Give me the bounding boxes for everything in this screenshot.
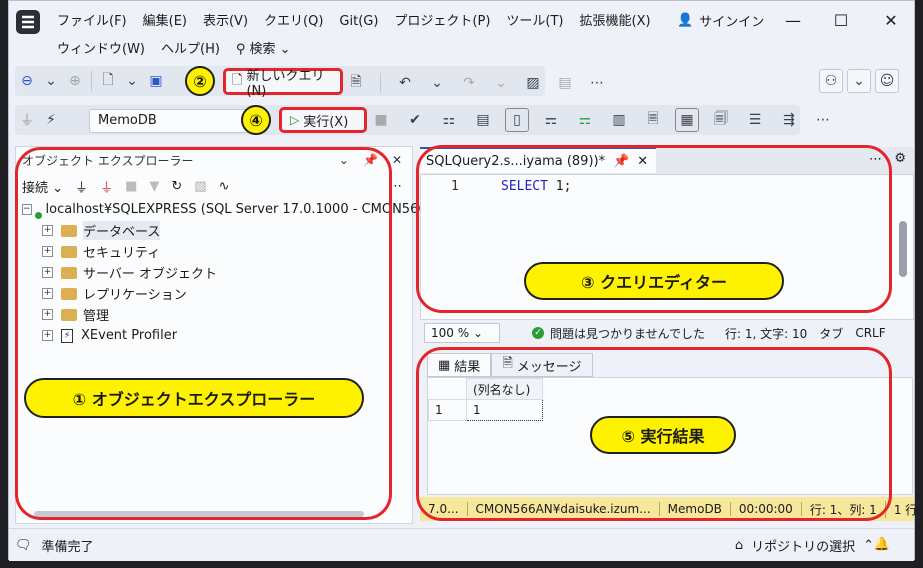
feedback-icon[interactable]: ☺ [875, 69, 899, 93]
ready-status: 準備完了 [41, 539, 94, 555]
menu-file[interactable]: ファイル(F) [49, 13, 135, 31]
chevron-down-icon[interactable]: ⌄ [39, 69, 63, 93]
new-query-button[interactable]: 🗋 新しいクエリ(N) [223, 68, 343, 99]
chevron-down-icon[interactable]: ⌄ [847, 69, 871, 93]
bell-icon[interactable]: 🔔 [874, 537, 890, 552]
new-query-label: 新しいクエリ(N) [246, 68, 325, 99]
menu-edit[interactable]: 編集(E) [135, 13, 195, 31]
results-file-icon[interactable]: 🗐 [709, 108, 733, 132]
query-plan-icon[interactable]: ⚏ [437, 108, 461, 132]
annotation-label-query-editor: ③ クエリエディター [524, 262, 784, 300]
toolbar2-right-group: ■ ✔ ⚏ ▤ ▯ ⚎ ⚎ ▥ 🗏 ▦ 🗐 ☰ ⇶ ⋯ [369, 108, 835, 132]
redo-icon[interactable]: ↷ [457, 71, 481, 95]
change-connection-icon[interactable]: ⚡ [39, 108, 63, 132]
estimated-plan-icon[interactable]: ⚎ [539, 108, 563, 132]
menu-search[interactable]: ⚲ 検索 ⌄ [228, 41, 299, 59]
vertical-scrollbar[interactable] [899, 221, 907, 277]
chevron-down-icon[interactable]: ⌄ [425, 71, 449, 95]
tab-setting[interactable]: タブ [819, 325, 843, 342]
minimize-icon[interactable]: — [781, 11, 805, 30]
parse-check-icon[interactable]: ✔ [403, 108, 427, 132]
status-bar: 🗨 準備完了 ⌂ リポジトリの選択 ⌃ 🔔 [9, 528, 914, 561]
chevron-down-icon[interactable]: ⌄ [120, 69, 144, 93]
undo-icon[interactable]: ↶ [393, 71, 417, 95]
repo-label: リポジトリの選択 [751, 539, 856, 555]
more-icon[interactable]: ⋯ [585, 71, 609, 95]
actual-plan-icon[interactable]: ⚎ [573, 108, 597, 132]
cursor-position: 行: 1, 文字: 10 [725, 326, 808, 341]
account-icon: 👤 [677, 13, 694, 28]
results-text-icon[interactable]: 🗏 [641, 108, 665, 132]
zoom-value: 100 % [431, 326, 470, 340]
editor-status-line: 100 % ⌄ ✓ 問題は見つかりませんでした 行: 1, 文字: 10 タブ … [420, 320, 914, 346]
gear-icon[interactable]: ⚙ [894, 151, 906, 166]
chat-icon[interactable]: 🗨 [15, 538, 32, 553]
issues-status: 問題は見つかりませんでした [550, 326, 706, 341]
play-icon: ▷ [290, 113, 300, 127]
menu-bar: ファイル(F) 編集(E) 表示(V) クエリ(Q) Git(G) プロジェクト… [9, 1, 914, 65]
menu-tools[interactable]: ツール(T) [498, 13, 571, 31]
back-icon[interactable]: ⊖ [15, 69, 39, 93]
new-file-icon[interactable]: 🗋 [96, 69, 120, 93]
close-icon[interactable]: ✕ [392, 153, 402, 167]
document-icon[interactable]: 🗎 [344, 71, 368, 95]
annotation-badge-4: ④ [241, 105, 271, 135]
stop-icon[interactable]: ■ [369, 108, 393, 132]
more-icon[interactable]: ⋯ [389, 179, 412, 194]
forward-icon[interactable]: ⊕ [63, 69, 87, 93]
search-label: 検索 [249, 42, 276, 57]
design-query-icon[interactable]: ▤ [471, 108, 495, 132]
more-icon[interactable]: ⋯ [811, 108, 835, 132]
menu-help[interactable]: ヘルプ(H) [153, 41, 228, 59]
annotation-box-object-explorer [15, 147, 392, 520]
close-icon[interactable]: ✕ [879, 11, 903, 30]
menu-query[interactable]: クエリ(Q) [256, 13, 331, 31]
activity-monitor-icon[interactable]: ▨ [521, 71, 545, 95]
separator [91, 71, 92, 91]
signin-button[interactable]: 👤 サインイン [677, 11, 764, 30]
toolbar1-far-right: ⚇ ⌄ ☺ [819, 66, 899, 96]
annotation-label-results: ⑤ 実行結果 [590, 416, 736, 454]
annotation-badge-2: ② [185, 66, 215, 96]
maximize-icon[interactable]: ☐ [829, 11, 853, 30]
search-icon: ⚲ [235, 42, 246, 57]
menu-view[interactable]: 表示(V) [195, 13, 256, 31]
repo-icon: ⌂ [734, 537, 744, 553]
check-icon: ✓ [532, 327, 544, 339]
live-stats-icon[interactable]: ▥ [607, 108, 631, 132]
annotation-label-object-explorer: ① オブジェクトエクスプローラー [24, 378, 364, 418]
copilot-icon[interactable]: ⚇ [819, 69, 843, 93]
menu-extensions[interactable]: 拡張機能(X) [572, 13, 659, 31]
comment-icon[interactable]: ☰ [743, 108, 767, 132]
results-grid-icon[interactable]: ▦ [675, 108, 699, 132]
chevron-up-icon: ⌃ [863, 537, 874, 553]
new-query-icon: 🗋 [232, 72, 243, 88]
menu-window[interactable]: ウィンドウ(W) [49, 41, 153, 59]
separator [380, 73, 381, 93]
toolbar1-right-group: 🗎 ↶ ⌄ ↷ ⌄ ▨ ▤ ⋯ [344, 71, 609, 95]
zoom-select[interactable]: 100 % ⌄ [424, 323, 500, 343]
connect-icon[interactable]: ⏚ [15, 108, 39, 132]
line-ending[interactable]: CRLF [855, 326, 885, 340]
indent-icon[interactable]: ⇶ [777, 108, 801, 132]
menu-project[interactable]: プロジェクト(P) [386, 13, 498, 31]
script-icon[interactable]: ▤ [553, 71, 577, 95]
save-icon[interactable]: ▣ [144, 69, 168, 93]
signin-label: サインイン [699, 15, 765, 30]
ssms-logo-icon [16, 10, 40, 34]
execute-button[interactable]: ▷ 実行(X) [279, 107, 367, 133]
row-count: 1 行 [893, 502, 918, 517]
menu-git[interactable]: Git(G) [331, 13, 386, 31]
chevron-down-icon[interactable]: ⌄ [489, 71, 513, 95]
sqlcmd-icon[interactable]: ▯ [505, 108, 529, 132]
execute-label: 実行(X) [303, 114, 349, 130]
